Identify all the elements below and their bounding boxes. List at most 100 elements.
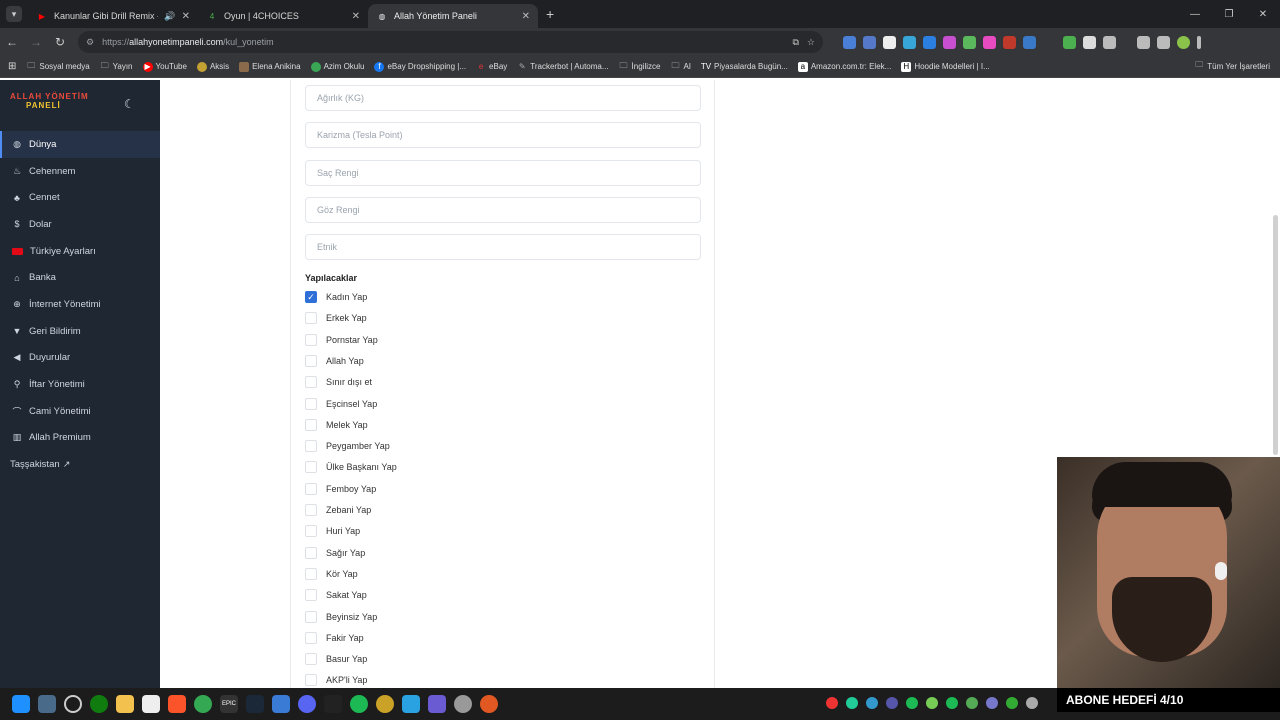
sidebar-item-iftar-yonetimi[interactable]: ⚲ İftar Yönetimi	[0, 371, 160, 398]
close-tab-icon[interactable]: ✕	[352, 11, 360, 22]
download-icon[interactable]	[1137, 35, 1150, 49]
bookmark-item[interactable]: ▶ YouTube	[142, 61, 187, 72]
checkbox[interactable]	[305, 461, 317, 474]
checkbox-row[interactable]: Basur Yap	[305, 651, 367, 667]
tray-icon[interactable]	[906, 697, 918, 709]
menu-kebab-icon[interactable]	[1197, 35, 1201, 49]
checkbox[interactable]	[305, 504, 317, 516]
back-icon[interactable]: ←	[0, 35, 24, 49]
checkbox[interactable]	[305, 333, 317, 346]
checkbox-row[interactable]: Femboy Yap	[305, 481, 376, 497]
checkbox-row[interactable]: Allah Yap	[305, 353, 364, 369]
brave-icon[interactable]	[168, 695, 186, 713]
bookmark-item[interactable]: Elena Anikina	[239, 61, 301, 72]
translate-icon[interactable]	[843, 35, 856, 49]
install-icon[interactable]: ⧉	[792, 37, 798, 48]
sidebar-item-dunya[interactable]: ◍ Dünya	[0, 131, 160, 158]
page-scrollbar[interactable]	[1273, 215, 1278, 455]
checkbox-checked[interactable]: ✓	[305, 291, 317, 303]
extension-icon[interactable]	[923, 35, 936, 49]
profile-avatar[interactable]	[1177, 35, 1190, 49]
hair-color-input[interactable]: Saç Rengi	[305, 160, 701, 186]
tab-search-button[interactable]: ▾	[6, 6, 22, 22]
checkbox-row[interactable]: Eşcinsel Yap	[305, 396, 377, 412]
bookmark-item[interactable]: 🗀 Yayın	[100, 61, 133, 72]
checkbox[interactable]	[305, 312, 317, 325]
tray-icon[interactable]	[946, 697, 958, 709]
speaker-icon[interactable]: 🔊	[164, 11, 175, 22]
extension-icon[interactable]	[943, 35, 956, 49]
checkbox[interactable]	[305, 653, 317, 666]
close-tab-icon[interactable]: ✕	[522, 11, 530, 22]
extension-icon[interactable]	[983, 35, 996, 49]
new-tab-button[interactable]: +	[546, 6, 554, 22]
xbox-icon[interactable]	[90, 695, 108, 713]
checkbox[interactable]	[305, 589, 317, 602]
reading-list-icon[interactable]	[1157, 35, 1170, 49]
task-view-icon[interactable]	[38, 695, 56, 713]
tray-icon[interactable]	[986, 697, 998, 709]
checkbox-row[interactable]: Sakat Yap	[305, 587, 367, 603]
tray-icon[interactable]	[866, 697, 878, 709]
extension-icon[interactable]	[903, 35, 916, 49]
bookmark-item[interactable]: f eBay Dropshipping |...	[374, 61, 466, 72]
checkbox-row[interactable]: Ülke Başkanı Yap	[305, 459, 397, 475]
checkbox[interactable]	[305, 482, 317, 495]
tray-icon[interactable]	[1006, 697, 1018, 709]
app-logo[interactable]: ALLAH YÖNETİM PANELİ	[10, 92, 90, 110]
checkbox[interactable]	[305, 525, 317, 538]
sidebar-item-geri-bildirim[interactable]: ▼ Geri Bildirim	[0, 318, 160, 345]
epic-games-icon[interactable]: EPIC	[220, 695, 238, 713]
checkbox-row[interactable]: ✓ Kadın Yap	[305, 289, 367, 305]
sidebar-item-banka[interactable]: ⌂ Banka	[0, 264, 160, 291]
chrome-icon[interactable]	[194, 695, 212, 713]
checkbox-row[interactable]: Fakir Yap	[305, 630, 364, 646]
sidebar-item-cennet[interactable]: ♣ Cennet	[0, 184, 160, 211]
charisma-input[interactable]: Karizma (Tesla Point)	[305, 122, 701, 148]
checkbox[interactable]	[305, 418, 317, 431]
checkbox-row[interactable]: Kör Yap	[305, 566, 358, 582]
extensions-puzzle-icon[interactable]	[1103, 35, 1116, 49]
sidebar-item-turkiye-ayarlari[interactable]: Türkiye Ayarları	[0, 238, 160, 265]
file-explorer-icon[interactable]	[116, 695, 134, 713]
sidebar-item-cehennem[interactable]: ♨ Cehennem	[0, 158, 160, 185]
maximize-icon[interactable]: ❐	[1212, 0, 1246, 28]
tray-icon[interactable]	[1026, 697, 1038, 709]
site-info-icon[interactable]: ⚙	[86, 37, 94, 48]
checkbox-row[interactable]: Zebani Yap	[305, 502, 371, 518]
tray-icon[interactable]	[826, 697, 838, 709]
extension-icon[interactable]	[963, 35, 976, 49]
bookmark-item[interactable]: e eBay	[476, 62, 507, 72]
bookmark-item[interactable]: Azim Okulu	[310, 61, 364, 72]
tray-icon[interactable]	[926, 697, 938, 709]
forward-icon[interactable]: →	[24, 35, 48, 49]
checkbox[interactable]	[305, 354, 317, 367]
extension-icon[interactable]	[1003, 35, 1016, 49]
sidebar-item-dolar[interactable]: $ Dolar	[0, 211, 160, 238]
checkbox-row[interactable]: Beyinsiz Yap	[305, 609, 377, 625]
sidebar-item-allah-premium[interactable]: ▥ Allah Premium	[0, 425, 160, 452]
app-icon[interactable]	[428, 695, 446, 713]
bookmark-item[interactable]: Aksis	[196, 61, 229, 72]
checkbox-row[interactable]: Sağır Yap	[305, 545, 365, 561]
eye-color-input[interactable]: Göz Rengi	[305, 197, 701, 223]
bookmark-item[interactable]: TV Piyasalarda Bugün...	[701, 62, 788, 72]
extension-icon[interactable]	[883, 35, 896, 49]
reload-icon[interactable]: ↻	[48, 35, 72, 49]
app-icon[interactable]	[480, 695, 498, 713]
ethnicity-input[interactable]: Etnik	[305, 234, 701, 260]
extension-icon[interactable]	[1083, 35, 1096, 49]
sidebar-item-internet-yonetimi[interactable]: ⊕ İnternet Yönetimi	[0, 291, 160, 318]
tab-youtube[interactable]: ▶ Kanunlar Gibi Drill Remix - 🔊 ✕	[28, 4, 198, 28]
checkbox-row[interactable]: Melek Yap	[305, 417, 368, 433]
extension-icon[interactable]	[863, 35, 876, 49]
tab-4choices[interactable]: 4 Oyun | 4CHOICES ✕	[198, 4, 368, 28]
dark-mode-toggle-icon[interactable]: ☾	[124, 97, 135, 111]
apps-grid-icon[interactable]: ⊞	[8, 61, 16, 72]
bookmark-item[interactable]: a Amazon.com.tr: Elek...	[797, 61, 891, 72]
app-icon[interactable]	[324, 695, 342, 713]
discord-icon[interactable]	[298, 695, 316, 713]
sidebar-item-duyurular[interactable]: ◀ Duyurular	[0, 345, 160, 372]
tray-icon[interactable]	[846, 697, 858, 709]
checkbox-row[interactable]: Erkek Yap	[305, 310, 367, 326]
